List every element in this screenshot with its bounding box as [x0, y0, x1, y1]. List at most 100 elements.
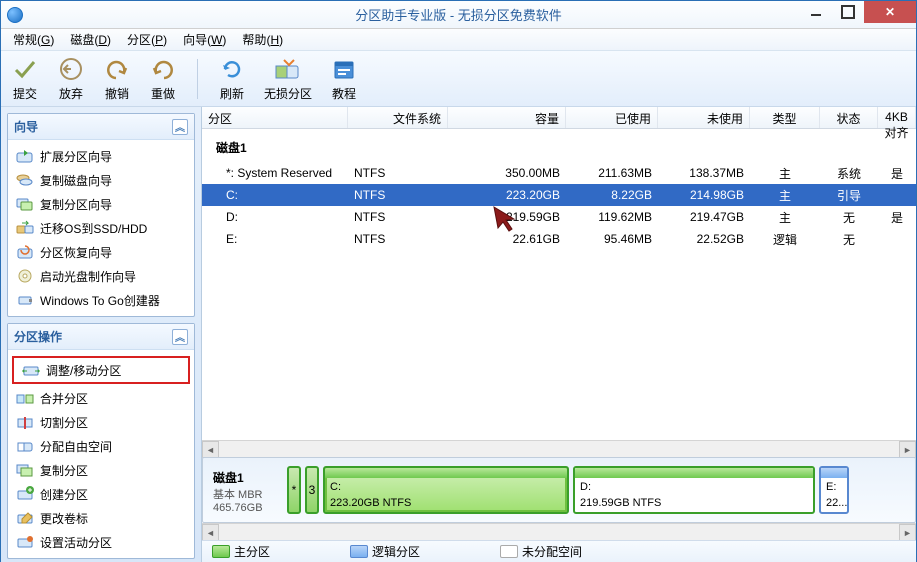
- menu-disk[interactable]: 磁盘(D): [62, 29, 119, 50]
- sidebar-item-set-active[interactable]: 设置活动分区: [8, 530, 194, 554]
- toolbar: 提交 放弃 撤销 重做 刷新 无损分区 教程: [1, 51, 916, 107]
- partition-block[interactable]: D:219.59GB NTFS: [573, 466, 815, 514]
- disc-icon: [16, 267, 34, 285]
- legend-unallocated: 未分配空间: [500, 543, 582, 560]
- app-icon: [7, 7, 23, 23]
- active-icon: [16, 533, 34, 551]
- discard-button[interactable]: 放弃: [55, 53, 87, 104]
- sidebar-item-resize-move[interactable]: 调整/移动分区: [14, 358, 188, 382]
- menu-help[interactable]: 帮助(H): [234, 29, 291, 50]
- swatch-primary-icon: [212, 545, 230, 558]
- sidebar-item-wtg-creator[interactable]: Windows To Go创建器: [8, 288, 194, 312]
- ops-panel-header[interactable]: 分区操作 ︽: [8, 324, 194, 350]
- sidebar-item-label: 更改卷标: [40, 510, 88, 527]
- scroll-left-button[interactable]: ◄: [202, 524, 219, 541]
- sidebar-item-label: 切割分区: [40, 414, 88, 431]
- col-free[interactable]: 未使用: [658, 107, 750, 128]
- scroll-track[interactable]: [219, 524, 899, 540]
- undo-button[interactable]: 撤销: [101, 53, 133, 104]
- table-row[interactable]: C:NTFS223.20GB8.22GB214.98GB主引导: [202, 184, 916, 206]
- lossless-button[interactable]: 无损分区: [262, 53, 314, 104]
- migrate-icon: [16, 219, 34, 237]
- sidebar-item-label: 复制分区向导: [40, 196, 112, 213]
- tutorial-button[interactable]: 教程: [328, 53, 360, 104]
- partition-block[interactable]: C:223.20GB NTFS: [323, 466, 569, 514]
- ops-panel: 分区操作 ︽ 调整/移动分区 合并分区 切割分区 分配自由空间 复制分区 创建分…: [7, 323, 195, 559]
- col-state[interactable]: 状态: [820, 107, 878, 128]
- collapse-icon[interactable]: ︽: [172, 329, 188, 345]
- sidebar-item-label: 调整/移动分区: [46, 362, 121, 379]
- redo-icon: [149, 55, 177, 83]
- wizard-panel-header[interactable]: 向导 ︽: [8, 114, 194, 140]
- minimize-button[interactable]: [800, 1, 832, 23]
- sidebar-item-migrate-os[interactable]: 迁移OS到SSD/HDD: [8, 216, 194, 240]
- sidebar-item-split[interactable]: 切割分区: [8, 410, 194, 434]
- sidebar-item-copy-partition[interactable]: 复制分区: [8, 458, 194, 482]
- sidebar-item-change-label[interactable]: 更改卷标: [8, 506, 194, 530]
- sidebar-item-label: 扩展分区向导: [40, 148, 112, 165]
- partition-block[interactable]: E:22...: [819, 466, 849, 514]
- sidebar-item-label: 分区恢复向导: [40, 244, 112, 261]
- title-bar: 分区助手专业版 - 无损分区免费软件: [1, 1, 916, 29]
- col-capacity[interactable]: 容量: [448, 107, 566, 128]
- usb-icon: [16, 291, 34, 309]
- horizontal-scrollbar[interactable]: ◄ ►: [202, 440, 916, 457]
- sidebar-item-create-partition[interactable]: 创建分区: [8, 482, 194, 506]
- sidebar: 向导 ︽ 扩展分区向导 复制磁盘向导 复制分区向导 迁移OS到SSD/HDD 分…: [1, 107, 202, 562]
- scroll-left-button[interactable]: ◄: [202, 441, 219, 458]
- disk-type: 基本 MBR: [213, 486, 281, 502]
- col-used[interactable]: 已使用: [566, 107, 658, 128]
- sidebar-item-extend-wizard[interactable]: 扩展分区向导: [8, 144, 194, 168]
- table-row[interactable]: D:NTFS219.59GB119.62MB219.47GB主无是: [202, 206, 916, 228]
- toolbar-separator: [197, 59, 198, 99]
- sidebar-item-label: 创建分区: [40, 486, 88, 503]
- collapse-icon[interactable]: ︽: [172, 119, 188, 135]
- col-4k-align[interactable]: 4KB对齐: [878, 107, 916, 128]
- disk-header[interactable]: 磁盘1: [202, 129, 916, 162]
- scroll-right-button[interactable]: ►: [899, 441, 916, 458]
- menu-general[interactable]: 常规(G): [5, 29, 62, 50]
- table-body: 磁盘1 *: System ReservedNTFS350.00MB211.63…: [202, 129, 916, 440]
- allocate-icon: [16, 437, 34, 455]
- maximize-button[interactable]: [832, 1, 864, 23]
- wizard-panel-title: 向导: [14, 118, 38, 135]
- sidebar-item-label: 复制分区: [40, 462, 88, 479]
- table-header: 分区 文件系统 容量 已使用 未使用 类型 状态 4KB对齐: [202, 107, 916, 129]
- scroll-right-button[interactable]: ►: [899, 524, 916, 541]
- sidebar-item-label: 迁移OS到SSD/HDD: [40, 220, 147, 237]
- table-row[interactable]: *: System ReservedNTFS350.00MB211.63MB13…: [202, 162, 916, 184]
- window-title: 分区助手专业版 - 无损分区免费软件: [355, 5, 562, 24]
- disk-info[interactable]: 磁盘1 基本 MBR 465.76GB: [211, 466, 283, 514]
- drive-copy-icon: [16, 195, 34, 213]
- sidebar-item-label: 启动光盘制作向导: [40, 268, 136, 285]
- sidebar-item-recovery-wizard[interactable]: 分区恢复向导: [8, 240, 194, 264]
- sidebar-item-bootdisc-wizard[interactable]: 启动光盘制作向导: [8, 264, 194, 288]
- merge-icon: [16, 389, 34, 407]
- table-row[interactable]: E:NTFS22.61GB95.46MB22.52GB逻辑无: [202, 228, 916, 250]
- menu-wizard[interactable]: 向导(W): [175, 29, 234, 50]
- swatch-unalloc-icon: [500, 545, 518, 558]
- disk-map: 磁盘1 基本 MBR 465.76GB * 3 C:223.20GB NTFSD…: [202, 457, 916, 523]
- sidebar-item-merge[interactable]: 合并分区: [8, 386, 194, 410]
- sidebar-item-copy-partition-wizard[interactable]: 复制分区向导: [8, 192, 194, 216]
- col-filesystem[interactable]: 文件系统: [348, 107, 448, 128]
- scroll-track[interactable]: [219, 441, 899, 457]
- menu-partition[interactable]: 分区(P): [119, 29, 175, 50]
- redo-button[interactable]: 重做: [147, 53, 179, 104]
- diskmap-scrollbar[interactable]: ◄ ►: [202, 523, 916, 540]
- commit-button[interactable]: 提交: [9, 53, 41, 104]
- sidebar-item-allocate-free[interactable]: 分配自由空间: [8, 434, 194, 458]
- disk-name: 磁盘1: [213, 469, 281, 486]
- label-icon: [16, 509, 34, 527]
- disks-icon: [16, 171, 34, 189]
- refresh-button[interactable]: 刷新: [216, 53, 248, 104]
- legend-primary: 主分区: [212, 543, 270, 560]
- sidebar-item-copy-disk-wizard[interactable]: 复制磁盘向导: [8, 168, 194, 192]
- discard-icon: [57, 55, 85, 83]
- partition-block-small[interactable]: 3: [305, 466, 319, 514]
- col-type[interactable]: 类型: [750, 107, 820, 128]
- partition-block-reserved[interactable]: *: [287, 466, 301, 514]
- drive-split-icon: [274, 55, 302, 83]
- close-button[interactable]: [864, 1, 916, 23]
- col-partition[interactable]: 分区: [202, 107, 348, 128]
